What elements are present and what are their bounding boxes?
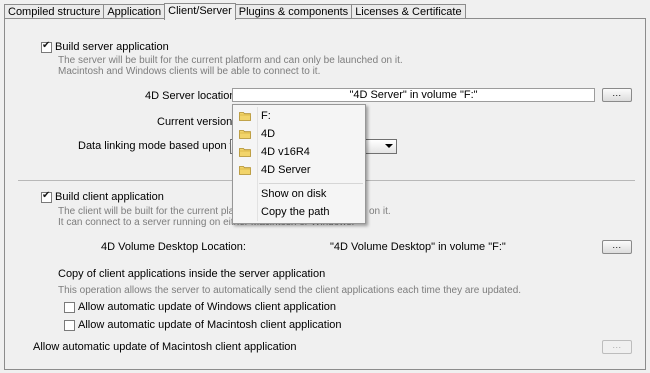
volume-desktop-location-label: 4D Volume Desktop Location: (101, 241, 246, 253)
menu-item-copy-path[interactable]: Copy the path (233, 204, 365, 220)
build-server-label: Build server application (55, 41, 169, 53)
server-location-field[interactable]: "4D Server" in volume "F:" (232, 88, 595, 102)
menu-item-4d[interactable]: 4D (233, 126, 365, 142)
server-description-1: The server will be built for the current… (58, 55, 403, 66)
copy-clients-title: Copy of client applications inside the s… (58, 268, 326, 280)
menu-item-f-volume[interactable]: F: (233, 108, 365, 124)
build-client-label: Build client application (55, 191, 164, 203)
folder-icon (239, 112, 251, 121)
folder-icon (239, 130, 251, 139)
chevron-down-icon (385, 144, 393, 148)
macintosh-update-checkbox[interactable] (64, 320, 75, 331)
bottom-browse-button[interactable]: ... (602, 340, 632, 354)
windows-update-checkbox[interactable] (64, 302, 75, 313)
server-location-label: 4D Server location: (145, 90, 239, 102)
menu-item-label: Show on disk (261, 188, 327, 200)
macintosh-update-label: Allow automatic update of Macintosh clie… (78, 319, 342, 331)
server-location-browse-button[interactable]: ... (602, 88, 632, 102)
tab-licenses-certificate[interactable]: Licenses & Certificate (351, 4, 466, 19)
tab-compiled-structure[interactable]: Compiled structure (4, 4, 105, 19)
folder-icon (239, 148, 251, 157)
build-client-checkbox[interactable] (41, 190, 52, 203)
current-version-label: Current version: (157, 116, 236, 128)
menu-item-show-on-disk[interactable]: Show on disk (233, 186, 365, 202)
folder-icon (239, 166, 251, 175)
menu-item-label: 4D Server (261, 164, 311, 176)
data-linking-label: Data linking mode based upon the (78, 140, 245, 152)
menu-item-label: 4D v16R4 (261, 146, 310, 158)
windows-update-label: Allow automatic update of Windows client… (78, 301, 337, 313)
client-description-1: The client will be built for the current… (58, 206, 237, 217)
tab-bar: Compiled structure Application Client/Se… (4, 3, 466, 20)
menu-item-label: 4D (261, 128, 276, 140)
server-description-2: Macintosh and Windows clients will be ab… (58, 66, 321, 77)
copy-clients-description: This operation allows the server to auto… (58, 285, 522, 296)
client-description-1-end: on it. (369, 206, 391, 217)
menu-item-4d-server[interactable]: 4D Server (233, 162, 365, 178)
tab-plugins-components[interactable]: Plugins & components (234, 4, 353, 19)
tab-client-server[interactable]: Client/Server (164, 3, 236, 20)
menu-item-label: Copy the path (261, 206, 330, 218)
build-server-checkbox[interactable] (41, 40, 52, 53)
menu-item-4d-v16r4[interactable]: 4D v16R4 (233, 144, 365, 160)
volume-desktop-browse-button[interactable]: ... (602, 240, 632, 254)
menu-item-label: F: (261, 110, 271, 122)
menu-separator (259, 183, 363, 184)
volume-desktop-location-value: "4D Volume Desktop" in volume "F:" (330, 241, 506, 253)
location-popup-menu: F: 4D 4D v16R4 4D Server Show on disk Co… (232, 104, 366, 224)
tab-application[interactable]: Application (103, 4, 166, 19)
bottom-macintosh-update-label: Allow automatic update of Macintosh clie… (33, 341, 297, 353)
